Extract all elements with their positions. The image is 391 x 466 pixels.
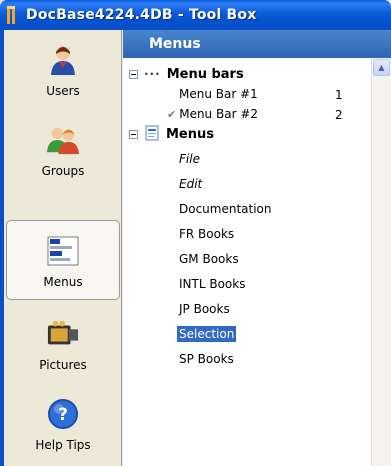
tree-item-label: Selection — [177, 326, 237, 342]
sidebar-item-users[interactable]: Users — [6, 30, 120, 110]
sidebar-item-label: Menus — [43, 275, 83, 289]
dots-icon: ··· — [144, 67, 161, 81]
tree-group-label: Menu bars — [166, 66, 244, 82]
svg-text:?: ? — [58, 405, 68, 425]
tree-item-intl-books[interactable]: INTL Books — [179, 274, 245, 294]
scroll-up-arrow-icon[interactable]: ▲ — [373, 59, 390, 76]
pictures-icon — [47, 318, 79, 350]
menu-bar-count: 2 — [335, 108, 343, 122]
vertical-scrollbar[interactable]: ▲ — [371, 58, 391, 466]
group-icon — [47, 124, 79, 156]
tree-item-label: Menu Bar #1 — [179, 87, 258, 101]
tree-item-label: GM Books — [179, 252, 239, 266]
tree-item-jp-books[interactable]: JP Books — [179, 299, 230, 319]
tree-item-selection[interactable]: Selection — [177, 324, 237, 344]
tree-item-gm-books[interactable]: GM Books — [179, 249, 239, 269]
menus-icon — [47, 235, 79, 267]
menu-bar-count: 1 — [335, 88, 343, 102]
tree-group-label: Menus — [166, 126, 215, 142]
tree-item-label: Menu Bar #2 — [179, 107, 259, 121]
toolbox-sidebar: Users Groups Menus Pictures ? Help Tips — [4, 30, 122, 466]
panel-header: Menus — [123, 30, 391, 58]
collapse-icon[interactable] — [129, 129, 138, 139]
tree-item-sp-books[interactable]: SP Books — [179, 349, 234, 369]
tree-item-documentation[interactable]: Documentation — [179, 199, 272, 219]
sidebar-item-pictures[interactable]: Pictures — [6, 304, 120, 384]
collapse-icon[interactable] — [129, 69, 138, 79]
tree-item-label: Documentation — [179, 202, 272, 216]
tree-item-file[interactable]: File — [179, 149, 200, 169]
tree-item-label: INTL Books — [179, 277, 246, 291]
app-icon[interactable] — [6, 5, 20, 25]
tree-item-label: FR Books — [179, 227, 235, 241]
sidebar-item-menus[interactable]: Menus — [6, 220, 120, 300]
checkmark-icon: ✔ — [167, 107, 177, 121]
window-frame: Users Groups Menus Pictures ? Help Tips … — [0, 30, 391, 466]
user-icon — [47, 44, 79, 76]
sidebar-item-label: Help Tips — [35, 438, 91, 452]
menu-tree: ··· Menu bars Menu Bar #1 1 ✔ Menu Bar #… — [123, 58, 371, 466]
title-bar: DocBase4224.4DB - Tool Box — [0, 0, 391, 30]
window-content: Users Groups Menus Pictures ? Help Tips … — [4, 30, 391, 466]
menus-panel: Menus ··· Menu bars Menu Bar #1 1 ✔ Menu… — [123, 30, 391, 466]
tree-group-menus[interactable]: Menus — [129, 124, 214, 144]
help-icon: ? — [47, 398, 79, 430]
window-title: DocBase4224.4DB - Tool Box — [26, 7, 257, 23]
tree-item-label: Edit — [179, 177, 203, 191]
sidebar-item-label: Groups — [41, 164, 85, 178]
sidebar-item-label: Pictures — [39, 358, 87, 372]
document-icon — [144, 125, 160, 144]
sidebar-item-label: Users — [46, 84, 80, 98]
tree-item-menu-bar-1[interactable]: Menu Bar #1 — [179, 84, 258, 104]
sidebar-item-groups[interactable]: Groups — [6, 110, 120, 190]
tree-item-fr-books[interactable]: FR Books — [179, 224, 234, 244]
tree-item-label: File — [179, 152, 200, 166]
tree-group-menu-bars[interactable]: ··· Menu bars — [129, 64, 244, 84]
sidebar-item-help-tips[interactable]: ? Help Tips — [6, 384, 120, 464]
tree-item-label: SP Books — [179, 352, 234, 366]
tree-item-label: JP Books — [179, 302, 230, 316]
tree-item-edit[interactable]: Edit — [179, 174, 202, 194]
tree-item-menu-bar-2[interactable]: ✔ Menu Bar #2 — [167, 104, 258, 124]
